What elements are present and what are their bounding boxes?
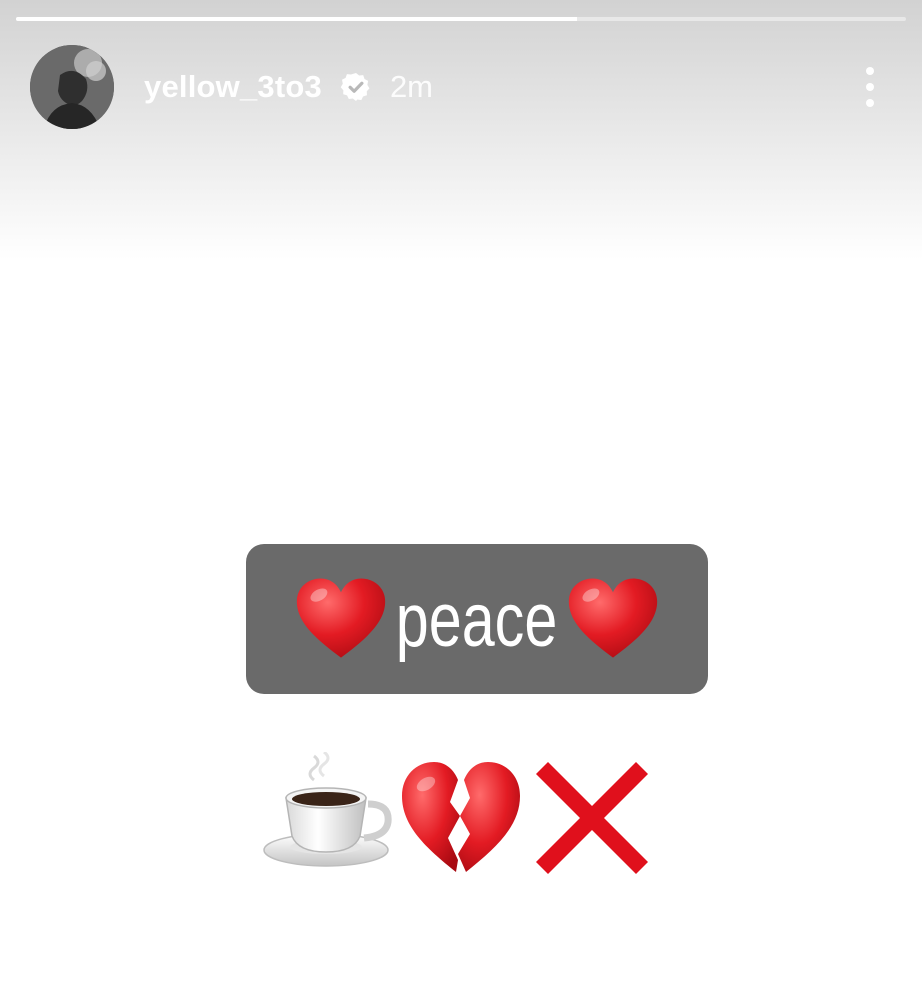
cross-mark-emoji bbox=[536, 762, 648, 874]
verified-badge-icon bbox=[340, 73, 370, 101]
red-heart-emoji bbox=[568, 578, 657, 658]
avatar[interactable] bbox=[30, 45, 114, 129]
top-gradient bbox=[0, 0, 922, 260]
story-progress-fill bbox=[16, 17, 577, 21]
hot-beverage-emoji bbox=[263, 752, 392, 867]
more-dot bbox=[866, 67, 874, 75]
sticker-text: peace bbox=[396, 578, 558, 663]
broken-heart-emoji bbox=[402, 762, 520, 872]
text-sticker[interactable]: peace bbox=[246, 544, 708, 694]
username[interactable]: yellow_3to3 bbox=[144, 69, 322, 105]
story-header: yellow_3to3 2m bbox=[30, 45, 892, 129]
red-heart-emoji bbox=[297, 578, 386, 658]
more-dot bbox=[866, 99, 874, 107]
more-options-icon[interactable] bbox=[860, 67, 880, 107]
story-progress-bar bbox=[16, 17, 906, 21]
avatar-photo bbox=[30, 45, 114, 129]
post-time: 2m bbox=[389, 69, 434, 104]
story-progress-segment bbox=[16, 17, 906, 21]
emoji-caption[interactable] bbox=[262, 752, 662, 887]
more-dot bbox=[866, 83, 874, 91]
